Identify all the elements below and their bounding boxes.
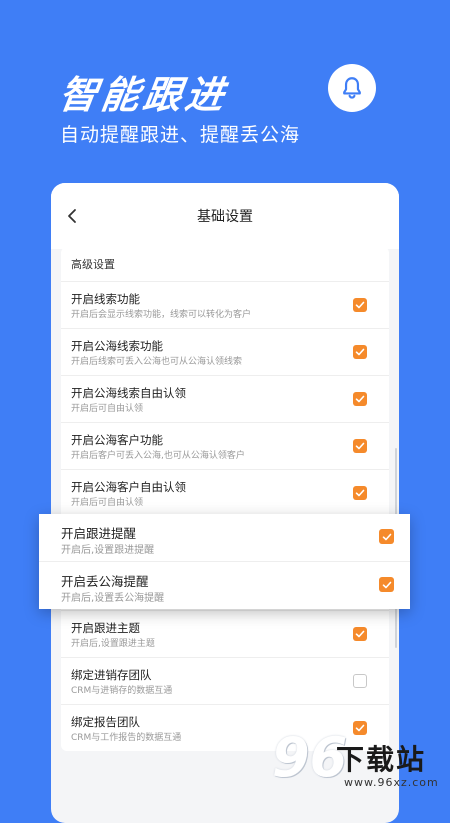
setting-row[interactable]: 开启跟进主题开启后,设置跟进主题 [61,610,389,657]
setting-row[interactable]: 绑定进销存团队 CRM与进销存的数据互通 [61,657,389,704]
setting-description: 开启后线索可丢入公海也可从公海认领线索 [71,357,243,367]
highlighted-setting-row[interactable]: 开启丢公海提醒开启后,设置丢公海提醒 [39,561,410,609]
setting-row[interactable]: 开启公海客户功能开启后客户可丢入公海,也可从公海认领客户 [61,422,389,469]
setting-description: 开启后可自由认领 [71,404,144,414]
setting-checkbox[interactable] [379,577,394,592]
check-icon [355,395,365,403]
nav-bar: 基础设置 [51,183,399,249]
setting-title: 开启公海线索功能 [71,339,163,353]
setting-title: 开启跟进主题 [71,621,140,635]
page-title: 基础设置 [197,209,253,225]
setting-description: 开启后可自由认领 [71,498,144,508]
setting-title: 开启公海客户功能 [71,433,163,447]
setting-row[interactable]: 开启线索功能开启后会显示线索功能，线索可以转化为客户 [61,281,389,328]
setting-checkbox[interactable] [353,674,367,688]
setting-checkbox[interactable] [353,392,367,406]
setting-description: CRM与工作报告的数据互通 [71,733,182,743]
watermark-domain: www.96xz.com [344,776,439,789]
setting-description: CRM与进销存的数据互通 [71,686,173,696]
setting-title: 开启公海线索自由认领 [71,386,186,400]
setting-checkbox[interactable] [379,529,394,544]
setting-checkbox[interactable] [353,298,367,312]
bell-icon [343,77,361,99]
setting-title: 开启跟进提醒 [61,526,137,541]
setting-title: 开启公海客户自由认领 [71,480,186,494]
check-icon [355,630,365,638]
setting-checkbox[interactable] [353,627,367,641]
setting-description: 开启后,设置丢公海提醒 [61,593,165,604]
setting-title: 绑定进销存团队 [71,668,152,682]
setting-title: 开启线索功能 [71,292,140,306]
bell-badge [328,64,376,112]
highlighted-settings-panel: 开启跟进提醒开启后,设置跟进提醒开启丢公海提醒开启后,设置丢公海提醒 [39,514,410,609]
check-icon [382,533,391,540]
setting-row[interactable]: 开启公海线索自由认领开启后可自由认领 [61,375,389,422]
setting-description: 开启后会显示线索功能，线索可以转化为客户 [71,310,252,320]
back-button[interactable] [61,205,83,227]
setting-row[interactable]: 开启公海线索功能开启后线索可丢入公海也可从公海认领线索 [61,328,389,375]
setting-description: 开启后,设置跟进提醒 [61,545,155,556]
setting-row[interactable]: 开启公海客户自由认领开启后可自由认领 [61,469,389,516]
chevron-left-icon [68,209,76,223]
check-icon [355,489,365,497]
setting-checkbox[interactable] [353,486,367,500]
check-icon [355,301,365,309]
setting-description: 开启后,设置跟进主题 [71,639,155,649]
watermark-text: 下载站 [336,743,427,776]
setting-checkbox[interactable] [353,439,367,453]
setting-title: 绑定报告团队 [71,715,140,729]
hero-subtitle: 自动提醒跟进、提醒丢公海 [60,124,301,146]
check-icon [382,581,391,588]
setting-title: 开启丢公海提醒 [61,574,149,589]
hero-title: 智能跟进 [56,73,231,117]
check-icon [355,348,365,356]
setting-checkbox[interactable] [353,345,367,359]
watermark-logo: 96 下载站 www.96xz.com [272,726,442,796]
check-icon [355,442,365,450]
highlighted-setting-row[interactable]: 开启跟进提醒开启后,设置跟进提醒 [39,514,410,561]
settings-card: 高级设置 开启线索功能 开启后会显示线索功能，线索可以转化为客户 开启公海线索功能开… [61,247,389,751]
setting-description: 开启后客户可丢入公海,也可从公海认领客户 [71,451,245,461]
section-title: 高级设置 [71,258,115,271]
